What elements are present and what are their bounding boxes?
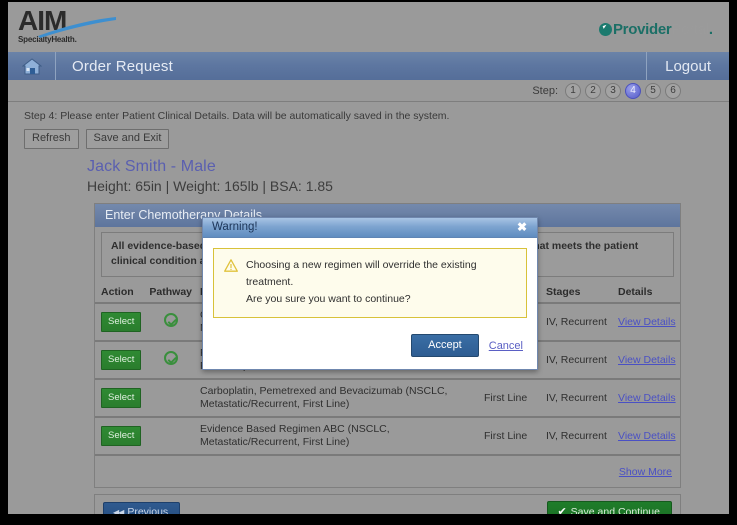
home-icon (21, 57, 42, 74)
portal-dot: . (708, 21, 713, 38)
cancel-link[interactable]: Cancel (489, 340, 523, 352)
page-title: Order Request (72, 57, 173, 75)
step-circle-1[interactable]: 1 (565, 82, 581, 99)
warning-message-box: Choosing a new regimen will override the… (213, 248, 527, 318)
header-action: Action (95, 283, 146, 304)
select-button[interactable]: Select (101, 312, 142, 332)
dialog-title: Warning! (212, 221, 258, 233)
row-name-cell: Carboplatin, Pemetrexed and Bevacizumab … (196, 379, 480, 418)
row-name-cell: Evidence Based Regimen ABC (NSCLC, Metas… (196, 417, 480, 456)
step-instruction-text: Step 4: Please enter Patient Clinical De… (24, 110, 450, 122)
header-pathway: Pathway (145, 283, 197, 304)
select-button[interactable]: Select (101, 426, 142, 446)
show-more-row: Show More (95, 456, 680, 487)
view-details-link[interactable]: View Details (618, 316, 676, 328)
save-and-exit-button[interactable]: Save and Exit (85, 129, 170, 149)
save-and-continue-label: Save and Continue (570, 506, 660, 514)
action-button-row: Refresh Save and Exit (24, 129, 713, 149)
warning-text: Choosing a new regimen will override the… (246, 257, 516, 308)
row-treatment-cell: First Line (480, 379, 542, 418)
row-pathway-cell (145, 303, 197, 342)
view-details-link[interactable]: View Details (618, 430, 676, 442)
dialog-title-bar: Warning! ✖ (203, 218, 537, 238)
row-details-cell: View Details (614, 379, 680, 418)
step-circle-3[interactable]: 3 (605, 82, 621, 99)
save-and-continue-button[interactable]: ✔ Save and Continue (547, 501, 672, 514)
rewind-icon: ◀◀ (113, 507, 124, 515)
warning-triangle-icon (224, 259, 238, 272)
view-details-link[interactable]: View Details (618, 354, 676, 366)
select-button[interactable]: Select (101, 388, 142, 408)
portal-provider-text: Provider (612, 21, 672, 38)
step-circle-6[interactable]: 6 (665, 82, 681, 99)
row-details-cell: View Details (614, 303, 680, 342)
table-row: Select Evidence Based Regimen ABC (NSCLC… (95, 417, 680, 456)
step-circle-2[interactable]: 2 (585, 82, 601, 99)
row-pathway-cell (145, 341, 197, 380)
aim-logo-text: AIM (18, 5, 67, 36)
step-indicator-bar: Step: 1 2 3 4 5 6 (8, 80, 729, 102)
step-label: Step: (532, 84, 558, 97)
dialog-body: Choosing a new regimen will override the… (203, 238, 537, 369)
table-row: Select Carboplatin, Pemetrexed and Bevac… (95, 379, 680, 418)
row-action-cell: Select (95, 417, 146, 456)
provider-portal-logo: ProviderPortal. (598, 21, 713, 38)
aim-logo: AIM SpecialtyHealth. (18, 5, 116, 48)
dialog-actions: Accept Cancel (213, 318, 527, 361)
previous-button[interactable]: ◀◀ Previous (103, 501, 181, 515)
home-button[interactable] (8, 52, 56, 80)
row-pathway-cell (145, 379, 197, 418)
header-details: Details (614, 283, 680, 304)
row-stages-cell: IV, Recurrent (542, 341, 614, 380)
row-stages-cell: IV, Recurrent (542, 303, 614, 342)
header-stages: Stages (542, 283, 614, 304)
wizard-footer: ◀◀ Previous ✔ Save and Continue (94, 494, 681, 514)
brand-bar: AIM SpecialtyHealth. ProviderPortal. (8, 2, 729, 52)
previous-button-label: Previous (127, 505, 169, 515)
patient-summary: Jack Smith - Male Height: 65in | Weight:… (24, 158, 713, 194)
navigation-bar: Order Request Logout (8, 52, 729, 80)
logout-button[interactable]: Logout (646, 52, 729, 80)
step-circle-5[interactable]: 5 (645, 82, 661, 99)
row-treatment-cell: First Line (480, 417, 542, 456)
row-stages-cell: IV, Recurrent (542, 379, 614, 418)
cursor-circle-icon (598, 23, 612, 36)
pathway-check-icon (163, 313, 178, 327)
portal-portal-text: Portal (671, 21, 709, 38)
select-button[interactable]: Select (101, 350, 142, 370)
row-details-cell: View Details (614, 341, 680, 380)
row-action-cell: Select (95, 341, 146, 380)
patient-name: Jack Smith - Male (87, 158, 216, 175)
close-icon[interactable]: ✖ (515, 221, 529, 233)
show-more-link[interactable]: Show More (619, 466, 672, 478)
warning-line-1: Choosing a new regimen will override the… (246, 259, 477, 288)
pathway-check-icon (163, 351, 178, 365)
warning-dialog: Warning! ✖ Choosing a new regimen will o… (202, 217, 538, 370)
aim-logo-tagline: SpecialtyHealth. (18, 35, 77, 44)
view-details-link[interactable]: View Details (618, 392, 676, 404)
application-window: AIM SpecialtyHealth. ProviderPortal. Ord… (8, 2, 729, 514)
row-action-cell: Select (95, 303, 146, 342)
warning-line-2: Are you sure you want to continue? (246, 293, 411, 305)
row-stages-cell: IV, Recurrent (542, 417, 614, 456)
checkmark-icon: ✔ (557, 506, 567, 514)
patient-vitals: Height: 65in | Weight: 165lb | BSA: 1.85 (87, 178, 333, 194)
refresh-button[interactable]: Refresh (24, 129, 79, 149)
row-action-cell: Select (95, 379, 146, 418)
row-details-cell: View Details (614, 417, 680, 456)
accept-button[interactable]: Accept (411, 334, 479, 357)
step-circle-4-active[interactable]: 4 (625, 82, 641, 99)
row-pathway-cell (145, 417, 197, 456)
